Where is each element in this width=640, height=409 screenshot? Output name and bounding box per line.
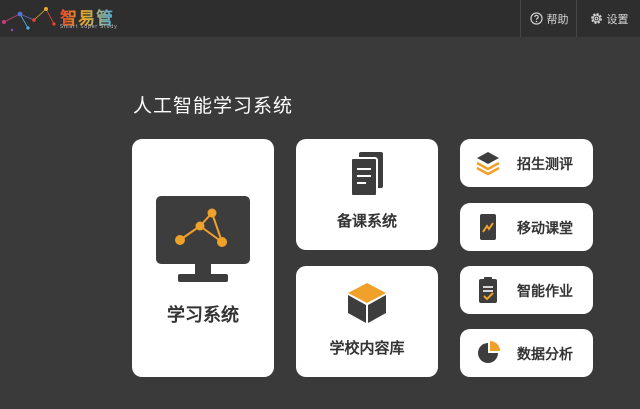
- gear-icon: [590, 13, 602, 24]
- smart-homework-label: 智能作业: [517, 284, 573, 300]
- settings-label: 设置: [606, 12, 629, 26]
- learning-system-card[interactable]: 学习系统: [132, 139, 274, 377]
- app-logo[interactable]: 智易管 Smart Super Study: [0, 0, 120, 37]
- lesson-prep-label: 备课系统: [336, 212, 397, 230]
- admission-test-label: 招生测评: [517, 157, 573, 173]
- logo-subtitle: Smart Super Study: [60, 24, 118, 30]
- monitor-network-icon: [156, 196, 250, 282]
- page-title: 人工智能学习系统: [133, 95, 294, 117]
- help-label: 帮助: [546, 12, 569, 26]
- help-button[interactable]: 帮助: [520, 0, 577, 37]
- settings-button[interactable]: 设置: [576, 0, 640, 37]
- data-analysis-label: 数据分析: [517, 347, 573, 363]
- mobile-classroom-card[interactable]: 移动课堂: [460, 203, 593, 251]
- documents-icon: [350, 152, 383, 197]
- lesson-prep-card[interactable]: 备课系统: [296, 139, 438, 250]
- box-icon: [348, 283, 386, 323]
- pie-chart-icon: [478, 341, 500, 363]
- layers-icon: [476, 152, 500, 176]
- logo-network-graphic: [2, 7, 56, 32]
- mobile-chart-icon: [480, 214, 496, 240]
- clipboard-check-icon: [479, 277, 497, 303]
- smart-homework-card[interactable]: 智能作业: [460, 266, 593, 314]
- learning-system-label: 学习系统: [167, 305, 239, 326]
- top-bar: 智易管 Smart Super Study 帮助 设置: [0, 0, 640, 37]
- admission-test-card[interactable]: 招生测评: [460, 139, 593, 187]
- data-analysis-card[interactable]: 数据分析: [460, 329, 593, 377]
- school-library-card[interactable]: 学校内容库: [296, 266, 438, 377]
- help-icon: [529, 12, 543, 25]
- mobile-classroom-label: 移动课堂: [517, 221, 573, 237]
- school-library-label: 学校内容库: [329, 339, 405, 357]
